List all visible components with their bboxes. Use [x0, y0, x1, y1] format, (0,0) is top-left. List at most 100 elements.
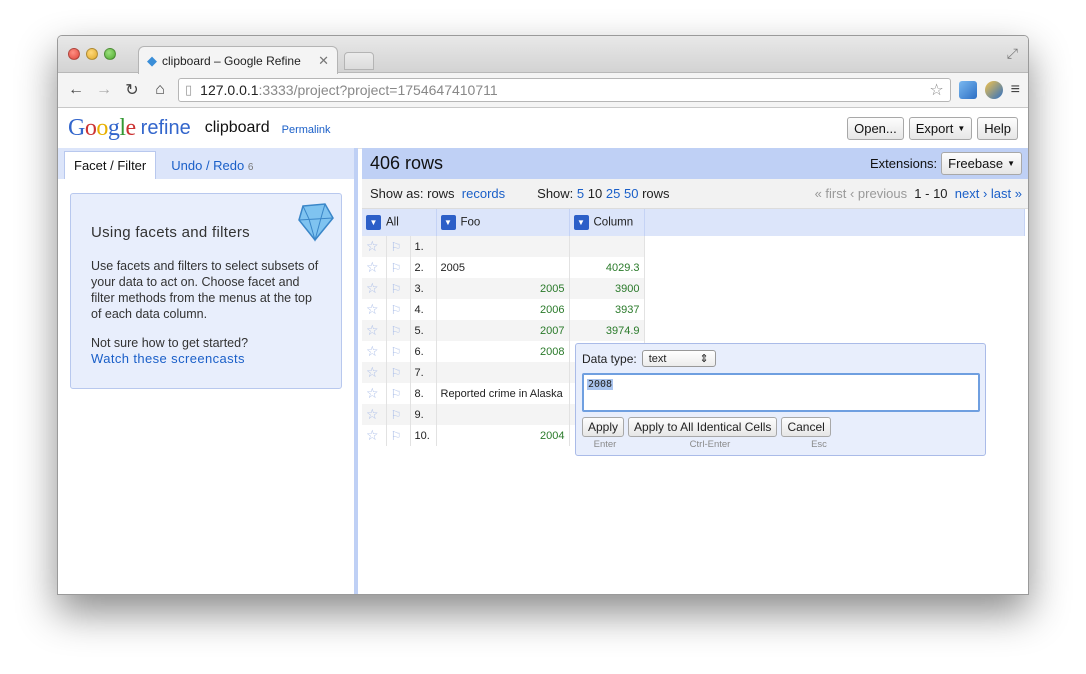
cell-foo[interactable]: 2005 — [436, 257, 570, 278]
cell-column[interactable]: 3900 — [569, 278, 645, 299]
browser-toolbar: ← → ↻ ⌂ ▯ 127.0.0.1:3333/project?project… — [58, 73, 1028, 108]
column-menu-icon[interactable]: ▼ — [573, 215, 589, 230]
new-tab-button[interactable] — [344, 52, 374, 70]
menu-icon[interactable]: ≡ — [1011, 81, 1020, 99]
minimize-window-button[interactable] — [86, 48, 98, 60]
column-all[interactable]: ▼ All — [362, 209, 437, 236]
tab-facet-filter[interactable]: Facet / Filter — [64, 151, 157, 179]
previous-link[interactable]: ‹ previous — [850, 186, 907, 201]
cancel-button[interactable]: Cancel — [781, 417, 831, 437]
star-icon[interactable]: ☆ — [362, 320, 387, 341]
records-mode-link[interactable]: records — [462, 186, 505, 201]
back-icon[interactable]: ← — [66, 81, 86, 99]
cell-column[interactable]: 4029.3 — [569, 257, 645, 278]
flag-icon[interactable]: ⚐ — [386, 236, 411, 257]
row-number[interactable]: 3. — [410, 278, 437, 299]
row-number[interactable]: 4. — [410, 299, 437, 320]
cell-foo[interactable]: 2004 — [436, 425, 570, 446]
header-buttons: Open... Export ▼ Help — [847, 117, 1018, 140]
column-column[interactable]: ▼ Column — [569, 209, 645, 236]
next-link[interactable]: next › — [955, 186, 988, 201]
home-icon[interactable]: ⌂ — [150, 81, 170, 99]
export-button[interactable]: Export ▼ — [908, 117, 973, 140]
star-icon[interactable]: ☆ — [362, 362, 387, 383]
first-link[interactable]: « first — [815, 186, 847, 201]
permalink-link[interactable]: Permalink — [282, 124, 331, 136]
column-menu-icon[interactable]: ▼ — [366, 215, 381, 230]
row-number[interactable]: 9. — [410, 404, 437, 425]
row-number[interactable]: 7. — [410, 362, 437, 383]
page-size-25[interactable]: 25 — [606, 186, 620, 201]
pager: « first ‹ previous 1 - 10 next › last » — [815, 186, 1022, 201]
forward-icon[interactable]: → — [94, 81, 114, 99]
row-number[interactable]: 8. — [410, 383, 437, 404]
freebase-button[interactable]: Freebase ▼ — [941, 152, 1022, 175]
header-filler — [644, 209, 1025, 236]
open-button[interactable]: Open... — [847, 117, 904, 140]
flag-icon[interactable]: ⚐ — [386, 299, 411, 320]
app-header: Google refine clipboard Permalink Open..… — [58, 108, 1028, 149]
star-icon[interactable]: ☆ — [362, 383, 387, 404]
cell-foo[interactable]: Reported crime in Alaska — [436, 383, 570, 404]
maximize-window-button[interactable] — [104, 48, 116, 60]
cell-foo[interactable] — [436, 404, 570, 425]
data-type-select[interactable]: text ⇕ — [641, 350, 716, 367]
refine-logo: refine — [140, 116, 191, 139]
cell-foo[interactable]: 2005 — [436, 278, 570, 299]
extension-icon[interactable] — [958, 81, 977, 99]
star-icon[interactable]: ☆ — [362, 257, 387, 278]
project-name[interactable]: clipboard — [205, 119, 270, 137]
cell-foo[interactable] — [436, 362, 570, 383]
fullscreen-icon[interactable]: ⤢ — [1007, 45, 1018, 62]
star-icon[interactable]: ☆ — [362, 236, 387, 257]
cell-foo[interactable]: 2007 — [436, 320, 570, 341]
flag-icon[interactable]: ⚐ — [386, 404, 411, 425]
cell-column[interactable]: 3974.9 — [569, 320, 645, 341]
flag-icon[interactable]: ⚐ — [386, 383, 411, 404]
left-tabs: Facet / Filter Undo / Redo 6 — [58, 148, 354, 179]
browser-tab[interactable]: ◆ clipboard – Google Refine ✕ — [138, 46, 338, 74]
flag-icon[interactable]: ⚐ — [386, 341, 411, 362]
bookmark-star-icon[interactable]: ☆ — [929, 80, 943, 100]
flag-icon[interactable]: ⚐ — [386, 278, 411, 299]
screencasts-link[interactable]: Watch these screencasts — [91, 351, 245, 366]
extension-icon-2[interactable] — [984, 81, 1003, 99]
star-icon[interactable]: ☆ — [362, 341, 387, 362]
flag-icon[interactable]: ⚐ — [386, 362, 411, 383]
column-menu-icon[interactable]: ▼ — [440, 215, 456, 230]
left-panel: Facet / Filter Undo / Redo 6 Using facet… — [58, 148, 358, 594]
cell-column[interactable]: 3937 — [569, 299, 645, 320]
address-bar[interactable]: ▯ 127.0.0.1:3333/project?project=1754647… — [178, 78, 951, 102]
row-number[interactable]: 1. — [410, 236, 437, 257]
close-window-button[interactable] — [68, 48, 80, 60]
close-tab-icon[interactable]: ✕ — [318, 53, 329, 69]
cell-column[interactable] — [569, 236, 645, 257]
cell-foo[interactable] — [436, 236, 570, 257]
help-title: Using facets and filters — [91, 224, 250, 241]
reload-icon[interactable]: ↻ — [122, 80, 142, 100]
tab-undo-redo[interactable]: Undo / Redo 6 — [162, 152, 262, 179]
row-number[interactable]: 10. — [410, 425, 437, 446]
flag-icon[interactable]: ⚐ — [386, 320, 411, 341]
page-size-5[interactable]: 5 — [577, 186, 584, 201]
apply-all-button[interactable]: Apply to All Identical Cells — [628, 417, 778, 437]
star-icon[interactable]: ☆ — [362, 425, 387, 446]
row-number[interactable]: 2. — [410, 257, 437, 278]
google-logo: Google — [68, 114, 136, 141]
star-icon[interactable]: ☆ — [362, 404, 387, 425]
flag-icon[interactable]: ⚐ — [386, 425, 411, 446]
star-icon[interactable]: ☆ — [362, 299, 387, 320]
cell-foo[interactable]: 2008 — [436, 341, 570, 362]
apply-button[interactable]: Apply — [582, 417, 625, 437]
star-icon[interactable]: ☆ — [362, 278, 387, 299]
row-number[interactable]: 6. — [410, 341, 437, 362]
page-size-50[interactable]: 50 — [624, 186, 638, 201]
flag-icon[interactable]: ⚐ — [386, 257, 411, 278]
cell-foo[interactable]: 2006 — [436, 299, 570, 320]
column-foo[interactable]: ▼ Foo — [436, 209, 570, 236]
last-link[interactable]: last » — [991, 186, 1022, 201]
cell-value-textarea[interactable]: 2008 — [582, 373, 980, 412]
help-button[interactable]: Help — [977, 117, 1018, 140]
editor-actions: Apply Apply to All Identical Cells Cance… — [582, 417, 979, 437]
row-number[interactable]: 5. — [410, 320, 437, 341]
